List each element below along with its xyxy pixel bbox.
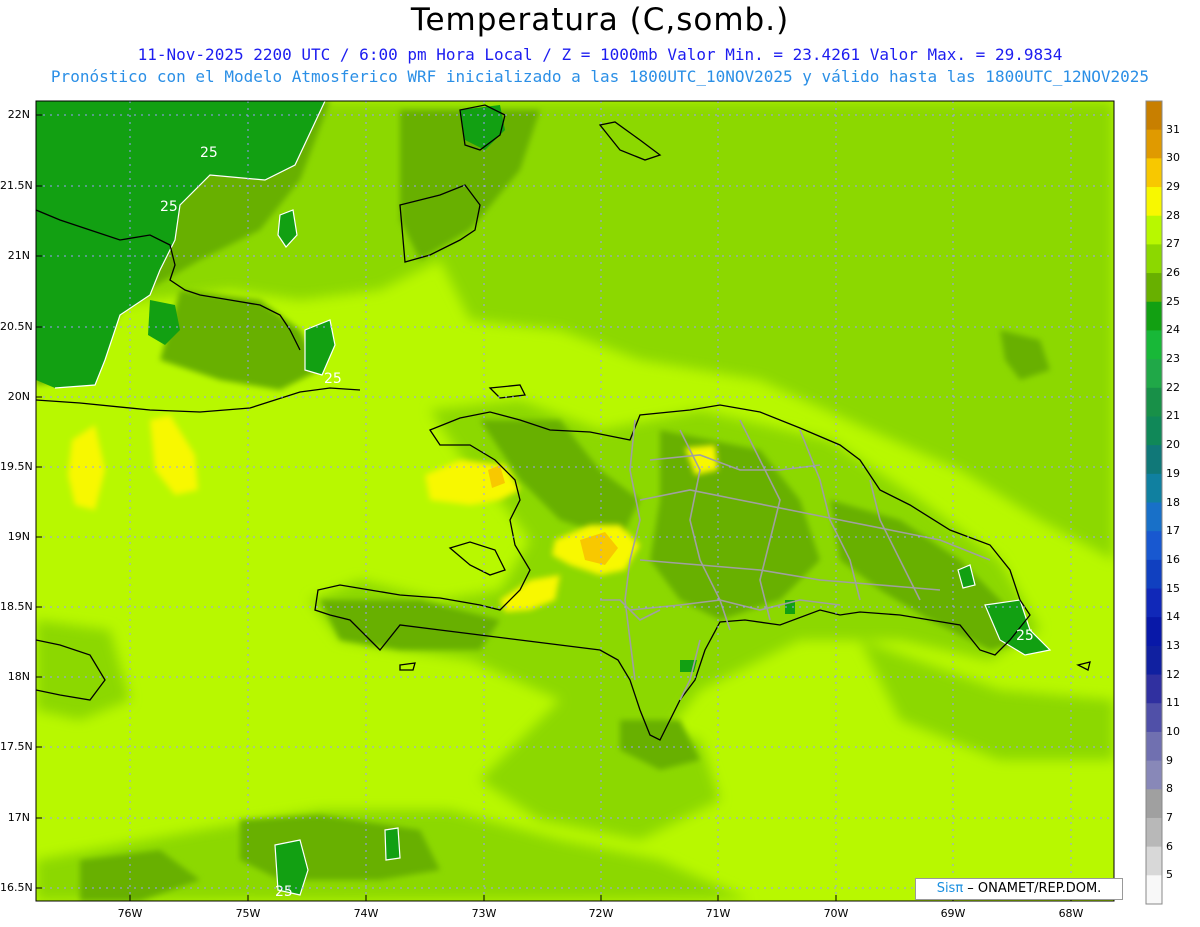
colorbar-tick-label: 10 bbox=[1166, 724, 1180, 738]
colorbar-tick-label: 24 bbox=[1166, 323, 1180, 337]
colorbar-swatch bbox=[1146, 301, 1162, 331]
lon-label: 68W bbox=[1058, 907, 1084, 920]
lat-label: 17.5N bbox=[0, 740, 33, 753]
colorbar-tick-label: 23 bbox=[1166, 352, 1180, 366]
colorbar-tick-label: 21 bbox=[1166, 409, 1180, 423]
lon-label: 74W bbox=[353, 907, 379, 920]
colorbar-swatch bbox=[1146, 101, 1162, 131]
lon-label: 70W bbox=[823, 907, 849, 920]
colorbar-swatch bbox=[1146, 645, 1162, 676]
lon-label: 75W bbox=[235, 907, 261, 920]
lat-label: 21.5N bbox=[0, 179, 33, 192]
colorbar-swatch bbox=[1146, 617, 1162, 647]
colorbar-tick-label: 11 bbox=[1166, 696, 1180, 710]
colorbar-tick-label: 19 bbox=[1166, 466, 1180, 480]
colorbar-tick-label: 16 bbox=[1166, 552, 1180, 566]
lon-label: 76W bbox=[117, 907, 143, 920]
colorbar-swatch bbox=[1146, 187, 1162, 217]
lat-label: 17N bbox=[7, 811, 30, 824]
colorbar-tick-label: 29 bbox=[1166, 180, 1180, 194]
colorbar-swatch bbox=[1146, 760, 1162, 790]
colorbar-swatch bbox=[1146, 473, 1162, 503]
colorbar-swatch bbox=[1146, 273, 1162, 303]
colorbar-tick-label: 25 bbox=[1166, 294, 1180, 308]
lon-label: 72W bbox=[588, 907, 614, 920]
colorbar-swatch bbox=[1146, 416, 1162, 446]
lat-label: 18.5N bbox=[0, 600, 33, 613]
lat-label: 22N bbox=[7, 108, 30, 121]
colorbar-swatch bbox=[1146, 129, 1162, 159]
colorbar-tick-label: 6 bbox=[1166, 839, 1173, 853]
colorbar-swatch bbox=[1146, 387, 1162, 417]
colorbar-swatch bbox=[1146, 875, 1162, 905]
colorbar-swatch bbox=[1146, 789, 1162, 819]
lat-label: 20.5N bbox=[0, 320, 33, 333]
colorbar-tick-label: 12 bbox=[1166, 667, 1180, 681]
colorbar-tick-label: 28 bbox=[1166, 208, 1180, 222]
colorbar-swatch bbox=[1146, 846, 1162, 876]
contour-label: 25 bbox=[275, 884, 293, 900]
colorbar-swatch bbox=[1146, 445, 1162, 475]
contour-label: 25 bbox=[1016, 628, 1034, 644]
colorbar-swatch bbox=[1146, 359, 1162, 389]
lat-label: 18N bbox=[7, 670, 30, 683]
temperature-map: 25 25 25 25 25 bbox=[35, 100, 1163, 905]
colorbar-swatch bbox=[1146, 531, 1162, 561]
lon-label: 71W bbox=[705, 907, 731, 920]
lat-label: 19N bbox=[7, 530, 30, 543]
colorbar bbox=[1146, 101, 1162, 905]
colorbar-swatch bbox=[1146, 731, 1162, 762]
contour-label: 25 bbox=[160, 199, 178, 215]
colorbar-tick-label: 17 bbox=[1166, 524, 1180, 538]
colorbar-tick-label: 8 bbox=[1166, 782, 1173, 796]
contour-label: 25 bbox=[324, 371, 342, 387]
credit-box: Sisπ – ONAMET/REP.DOM. bbox=[915, 878, 1123, 900]
lat-label: 20N bbox=[7, 390, 30, 403]
contour-label: 25 bbox=[200, 145, 218, 161]
colorbar-swatch bbox=[1146, 817, 1162, 848]
colorbar-swatch bbox=[1146, 588, 1162, 618]
lon-label: 73W bbox=[471, 907, 497, 920]
colorbar-tick-label: 18 bbox=[1166, 495, 1180, 509]
credit-brand: Sisπ bbox=[936, 881, 964, 896]
lat-label: 16.5N bbox=[0, 881, 33, 894]
colorbar-tick-label: 9 bbox=[1166, 753, 1173, 767]
lon-label: 69W bbox=[940, 907, 966, 920]
colorbar-swatch bbox=[1146, 215, 1162, 245]
colorbar-tick-label: 30 bbox=[1166, 151, 1180, 165]
colorbar-swatch bbox=[1146, 502, 1162, 532]
colorbar-swatch bbox=[1146, 330, 1162, 360]
colorbar-swatch bbox=[1146, 674, 1162, 704]
colorbar-tick-label: 5 bbox=[1166, 868, 1173, 882]
colorbar-tick-label: 22 bbox=[1166, 380, 1180, 394]
credit-text: – ONAMET/REP.DOM. bbox=[963, 881, 1102, 896]
temperature-field: 25 25 25 25 25 bbox=[36, 101, 1114, 901]
colorbar-tick-label: 15 bbox=[1166, 581, 1180, 595]
colorbar-swatch bbox=[1146, 703, 1162, 733]
colorbar-tick-label: 20 bbox=[1166, 438, 1180, 452]
colorbar-swatch bbox=[1146, 244, 1162, 274]
colorbar-tick-label: 14 bbox=[1166, 610, 1180, 624]
colorbar-swatch bbox=[1146, 559, 1162, 590]
colorbar-tick-label: 13 bbox=[1166, 638, 1180, 652]
colorbar-tick-label: 31 bbox=[1166, 122, 1180, 136]
lat-label: 21N bbox=[7, 249, 30, 262]
colorbar-tick-label: 26 bbox=[1166, 266, 1180, 280]
lat-label: 19.5N bbox=[0, 460, 33, 473]
colorbar-tick-label: 27 bbox=[1166, 237, 1180, 251]
colorbar-swatch bbox=[1146, 158, 1162, 188]
colorbar-tick-label: 7 bbox=[1166, 810, 1173, 824]
